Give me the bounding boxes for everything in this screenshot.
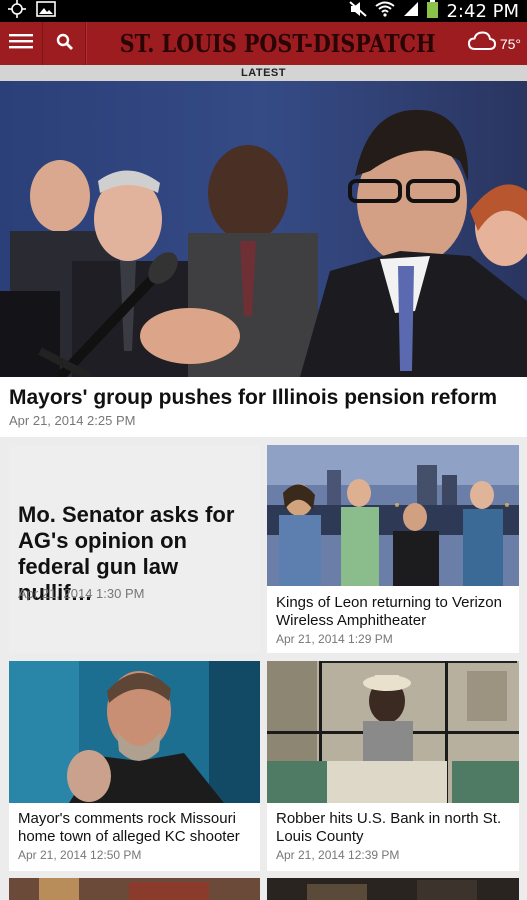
story-card-partial[interactable] — [267, 878, 519, 900]
hamburger-icon — [9, 33, 33, 54]
clock: 2:42 PM — [446, 0, 519, 22]
mute-icon — [349, 0, 368, 22]
menu-button[interactable] — [0, 22, 43, 65]
story-headline[interactable]: Mayor's comments rock Missouri home town… — [18, 810, 254, 846]
hero-image[interactable] — [0, 81, 527, 377]
story-date: Apr 21, 2014 12:50 PM — [18, 848, 142, 862]
story-headline[interactable]: Robber hits U.S. Bank in north St. Louis… — [276, 810, 513, 846]
story-headline[interactable]: Kings of Leon returning to Verizon Wirel… — [276, 594, 513, 630]
story-card[interactable]: Kings of Leon returning to Verizon Wirel… — [267, 445, 519, 653]
gallery-icon — [36, 0, 56, 22]
hero-headline[interactable]: Mayors' group pushes for Illinois pensio… — [9, 385, 518, 411]
battery-icon — [427, 0, 439, 23]
story-date: Apr 21, 2014 1:29 PM — [276, 632, 393, 646]
story-date: Apr 21, 2014 1:30 PM — [18, 586, 145, 601]
story-thumbnail[interactable] — [267, 445, 519, 586]
search-button[interactable] — [43, 22, 86, 65]
app-bar: ST. LOUIS POST-DISPATCH 75° — [0, 22, 527, 65]
temperature: 75° — [499, 35, 521, 52]
app-root: 2:42 PM ST. LOUIS POST-DISPATCH 75° LATE… — [0, 0, 527, 900]
story-card-partial[interactable] — [9, 878, 260, 900]
signal-icon — [403, 1, 419, 22]
cloud-icon — [467, 31, 496, 56]
masthead-logo[interactable]: ST. LOUIS POST-DISPATCH — [86, 22, 468, 65]
story-thumbnail — [267, 878, 519, 900]
story-thumbnail[interactable] — [9, 661, 260, 803]
weather-widget[interactable]: 75° — [467, 31, 527, 56]
story-thumbnail — [9, 878, 260, 900]
wifi-icon — [375, 1, 396, 22]
location-icon — [8, 0, 26, 23]
hero-story[interactable]: Mayors' group pushes for Illinois pensio… — [0, 377, 527, 437]
story-thumbnail[interactable] — [267, 661, 519, 803]
hero-date: Apr 21, 2014 2:25 PM — [9, 413, 136, 428]
status-bar: 2:42 PM — [0, 0, 527, 22]
story-date: Apr 21, 2014 12:39 PM — [276, 848, 400, 862]
search-icon — [56, 33, 73, 55]
story-card[interactable]: Mo. Senator asks for AG's opinion on fed… — [9, 445, 260, 653]
story-card[interactable]: Robber hits U.S. Bank in north St. Louis… — [267, 661, 519, 871]
section-label: LATEST — [0, 65, 527, 81]
story-card[interactable]: Mayor's comments rock Missouri home town… — [9, 661, 260, 871]
masthead-text: ST. LOUIS POST-DISPATCH — [119, 29, 436, 58]
